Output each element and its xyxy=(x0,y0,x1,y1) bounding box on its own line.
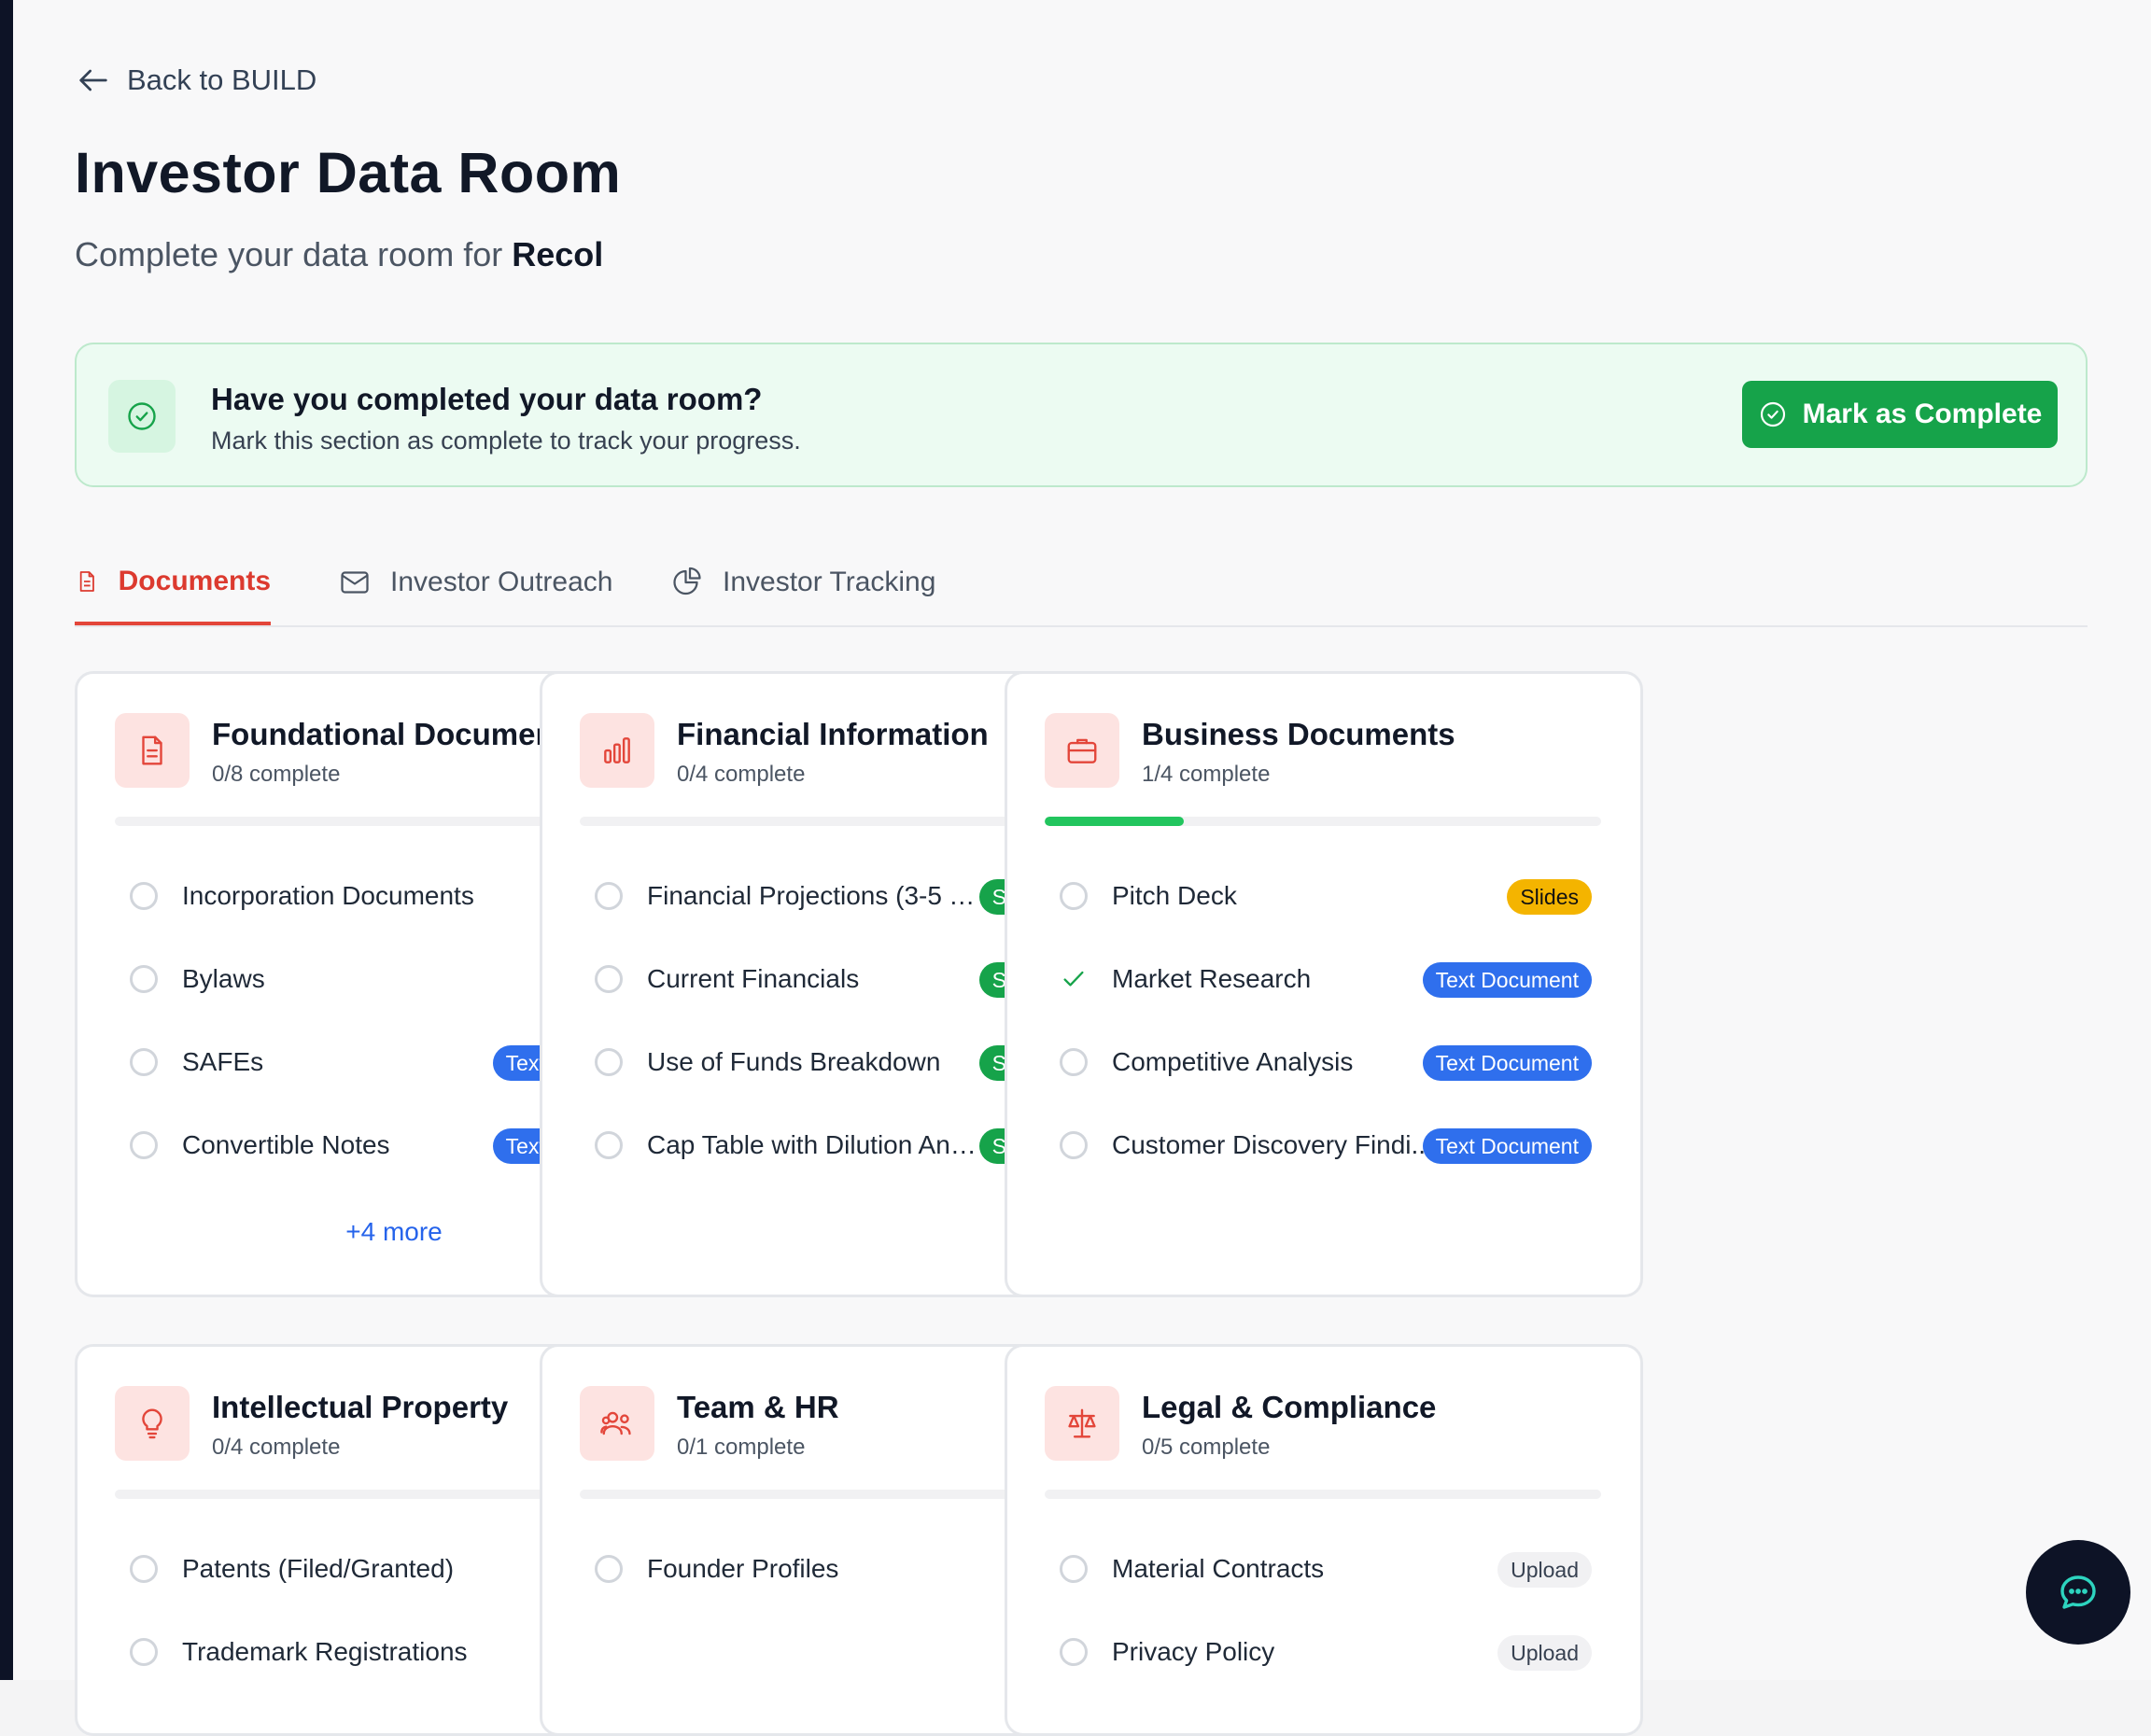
page-subtitle: Complete your data room for Recol xyxy=(75,235,603,274)
document-item-label: Pitch Deck xyxy=(1112,881,1237,910)
status-radio[interactable] xyxy=(595,1048,623,1076)
document-type-badge[interactable]: Text Document xyxy=(1422,1045,1592,1081)
status-radio[interactable] xyxy=(130,1555,158,1583)
document-item[interactable]: Market Research Text Document xyxy=(1060,960,1592,998)
mark-complete-label: Mark as Complete xyxy=(1802,399,2043,429)
tab-documents[interactable]: Documents xyxy=(75,541,271,625)
document-icon xyxy=(79,571,94,592)
tab-label: Investor Tracking xyxy=(723,567,936,597)
check-circle-icon xyxy=(1760,401,1785,427)
status-radio[interactable] xyxy=(130,965,158,993)
card-title: Intellectual Property xyxy=(212,1390,509,1424)
page-title: Investor Data Room xyxy=(75,141,622,204)
document-type-badge[interactable]: Text Document xyxy=(1422,1128,1592,1164)
tab-investor-tracking[interactable]: Investor Tracking xyxy=(670,541,935,623)
document-item[interactable]: Pitch Deck Slides xyxy=(1060,877,1592,915)
category-card: Legal & Compliance 0/5 complete Material C… xyxy=(1005,1344,1643,1736)
card-progress-text: 0/1 complete xyxy=(677,1435,806,1460)
document-item-label: Use of Funds Breakdown xyxy=(647,1047,941,1076)
lightbulb-icon xyxy=(115,1386,190,1461)
status-radio[interactable] xyxy=(130,882,158,910)
status-radio[interactable] xyxy=(595,1555,623,1583)
document-item[interactable]: Material Contracts Upload xyxy=(1060,1550,1592,1588)
document-type-badge[interactable]: Slides xyxy=(1507,879,1592,915)
card-title: Legal & Compliance xyxy=(1142,1390,1437,1424)
document-type-badge[interactable]: Upload xyxy=(1497,1635,1592,1671)
tab-label: Investor Outreach xyxy=(390,567,613,597)
subtitle-text: Complete your data room for xyxy=(75,235,503,273)
status-radio[interactable] xyxy=(130,1048,158,1076)
document-item-label: Competitive Analysis xyxy=(1112,1047,1354,1076)
banner-title: Have you completed your data room? xyxy=(211,382,763,416)
tab-investor-outreach[interactable]: Investor Outreach xyxy=(338,541,612,623)
scale-icon xyxy=(1045,1386,1119,1461)
back-link[interactable]: Back to BUILD xyxy=(75,62,316,99)
document-item-label: Customer Discovery Findi... xyxy=(1112,1130,1433,1159)
chat-bubble-icon xyxy=(2060,1575,2096,1609)
mail-icon xyxy=(341,571,369,594)
document-item[interactable]: Customer Discovery Findi... Text Document xyxy=(1060,1127,1592,1164)
card-progress-text: 1/4 complete xyxy=(1142,762,1271,787)
card-title: Team & HR xyxy=(677,1390,839,1424)
document-item-label: Convertible Notes xyxy=(182,1130,390,1159)
status-radio[interactable] xyxy=(595,882,623,910)
back-link-label: Back to BUILD xyxy=(127,63,317,96)
document-type-badge[interactable]: Text Document xyxy=(1422,962,1592,998)
completion-banner: Have you completed your data room? Mark … xyxy=(75,343,2088,487)
page: Back to BUILD Investor Data Room Complet… xyxy=(13,0,2151,1736)
card-progress-text: 0/8 complete xyxy=(212,762,341,787)
card-progress-text: 0/5 complete xyxy=(1142,1435,1271,1460)
pie-chart-icon xyxy=(673,567,701,595)
status-radio[interactable] xyxy=(1060,1638,1088,1666)
status-radio[interactable] xyxy=(595,1131,623,1159)
status-radio[interactable] xyxy=(130,1131,158,1159)
status-radio[interactable] xyxy=(1060,882,1088,910)
users-icon xyxy=(580,1386,654,1461)
file-icon xyxy=(115,713,190,788)
document-item-label: Privacy Policy xyxy=(1112,1637,1275,1666)
banner-subtitle: Mark this section as complete to track y… xyxy=(211,427,801,455)
status-radio[interactable] xyxy=(1060,1131,1088,1159)
document-item-label: Market Research xyxy=(1112,964,1312,993)
tab-label: Documents xyxy=(118,566,271,596)
status-radio[interactable] xyxy=(130,1638,158,1666)
document-item-label: Trademark Registrations xyxy=(182,1637,468,1666)
card-title: Foundational Documents xyxy=(212,717,582,751)
bar-chart-icon xyxy=(580,713,654,788)
company-name: Recol xyxy=(512,235,604,273)
window-edge xyxy=(0,0,13,1680)
status-radio[interactable] xyxy=(1060,1048,1088,1076)
card-progress-text: 0/4 complete xyxy=(677,762,806,787)
status-radio[interactable] xyxy=(1060,1555,1088,1583)
card-progress-text: 0/4 complete xyxy=(212,1435,341,1460)
card-title: Business Documents xyxy=(1142,717,1455,751)
document-item-label: Financial Projections (3-5 Y... xyxy=(647,881,983,910)
document-item-label: Material Contracts xyxy=(1112,1554,1325,1583)
document-item-label: SAFEs xyxy=(182,1047,264,1076)
status-radio[interactable] xyxy=(595,965,623,993)
document-item-label: Patents (Filed/Granted) xyxy=(182,1554,455,1583)
check-circle-icon xyxy=(108,380,176,453)
mark-complete-button[interactable]: Mark as Complete xyxy=(1742,381,2058,448)
arrow-left-icon xyxy=(79,69,107,91)
chat-button[interactable] xyxy=(2026,1540,2130,1645)
document-item-label: Current Financials xyxy=(647,964,860,993)
progress-bar-fill xyxy=(1045,817,1184,826)
category-card: Business Documents 1/4 complete Pitch Deck… xyxy=(1005,671,1643,1297)
progress-bar xyxy=(1045,817,1601,826)
document-type-badge[interactable]: Upload xyxy=(1497,1552,1592,1588)
document-item-label: Founder Profiles xyxy=(647,1554,839,1583)
card-title: Financial Information xyxy=(677,717,989,751)
document-item[interactable]: Competitive Analysis Text Document xyxy=(1060,1043,1592,1081)
progress-bar xyxy=(1045,1490,1601,1499)
document-item-label: Bylaws xyxy=(182,964,265,993)
briefcase-icon xyxy=(1045,713,1119,788)
document-item-label: Cap Table with Dilution Ana... xyxy=(647,1130,983,1159)
checkmark-icon[interactable] xyxy=(1060,965,1088,993)
tab-bar: Documents Investor Outreach Investor Tra… xyxy=(75,541,2088,627)
document-item-label: Incorporation Documents xyxy=(182,881,474,910)
document-item[interactable]: Privacy Policy Upload xyxy=(1060,1633,1592,1671)
